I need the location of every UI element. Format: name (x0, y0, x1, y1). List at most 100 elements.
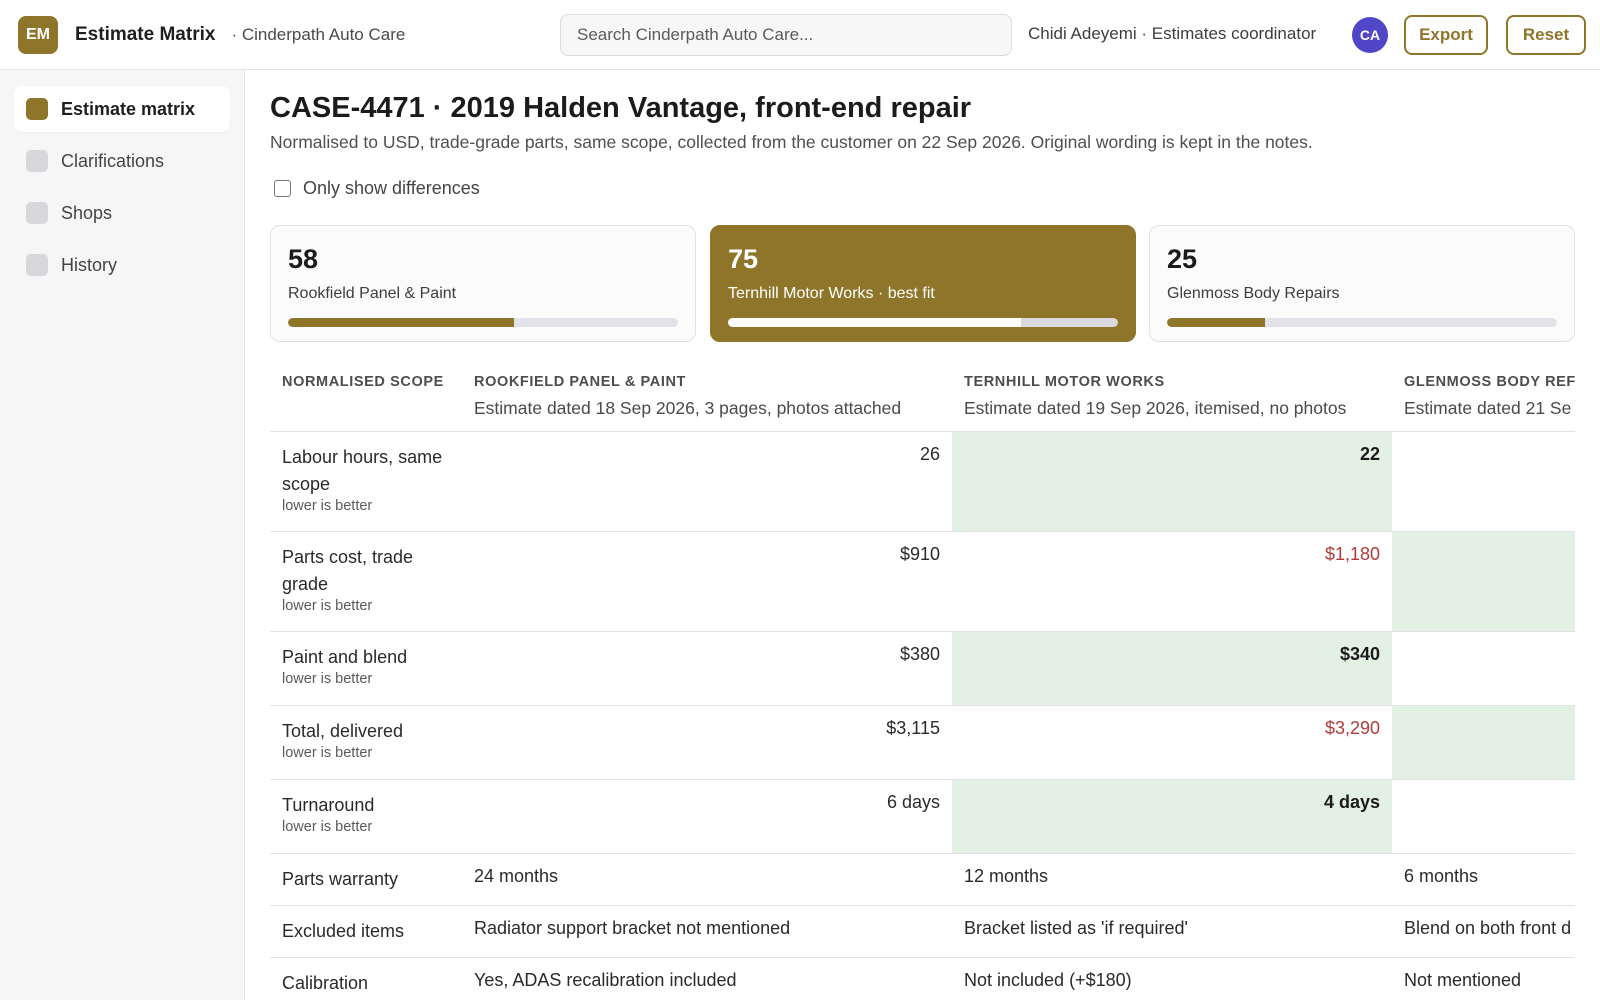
table-cell: Yes, ADAS recalibration included (462, 957, 952, 1000)
export-button[interactable]: Export (1404, 15, 1488, 55)
search-input[interactable]: Search Cinderpath Auto Care... (560, 14, 1012, 56)
nav-square-icon (26, 98, 48, 120)
table-cell: Blend on both front d (1392, 905, 1575, 958)
scope-column-header: NORMALISED SCOPE (270, 360, 462, 432)
row-label: Calibration (282, 973, 369, 993)
sidebar-item-clarifications[interactable]: Clarifications (14, 138, 230, 184)
shop-column-header: GLENMOSS BODY REF Estimate dated 21 Se (1392, 360, 1575, 432)
shop-estimate-note: Estimate dated 19 Sep 2026, itemised, no… (964, 398, 1347, 418)
row-label: Parts cost, trade grade (282, 547, 414, 594)
shop-name: ROOKFIELD PANEL & PAINT (474, 374, 686, 390)
row-label: Labour hours, same scope (282, 447, 443, 494)
score-label: Rookfield Panel & Paint (288, 285, 457, 302)
table-row: Total, delivered lower is better $3,115 $3,… (270, 705, 1575, 780)
row-label: Turnaround (282, 795, 375, 815)
row-hint: lower is better (282, 498, 373, 514)
table-cell: Not included (+$180) (952, 957, 1392, 1000)
row-header-cell: Labour hours, same scope lower is better (270, 431, 462, 532)
reset-button[interactable]: Reset (1506, 15, 1586, 55)
user-label: Chidi Adeyemi · Estimates coordinator (1028, 24, 1317, 43)
cell-value: Yes, ADAS recalibration included (474, 970, 737, 990)
table-cell: 4 days (952, 779, 1392, 854)
table-cell: 22 (952, 431, 1392, 532)
table-cell (1392, 705, 1575, 780)
table-cell: Not mentioned (1392, 957, 1575, 1000)
cell-value: $3,290 (1324, 718, 1380, 738)
shop-name: TERNHILL MOTOR WORKS (964, 374, 1165, 390)
table-cell: $3,115 (462, 705, 952, 780)
table-body: Labour hours, same scope lower is better 2… (270, 431, 1575, 1000)
cell-value: Not mentioned (1404, 970, 1522, 990)
cell-value: $340 (1339, 644, 1380, 664)
score-card-ternhill[interactable]: 75 Ternhill Motor Works · best fit (710, 225, 1136, 342)
main-content: CASE-4471 · 2019 Halden Vantage, front-e… (270, 70, 1575, 1000)
table-row: Parts warranty 24 months 12 months 6 months (270, 853, 1575, 906)
row-hint: lower is better (282, 598, 373, 614)
cell-value: 6 months (1404, 866, 1479, 886)
shop-estimate-note: Estimate dated 21 Se (1404, 398, 1572, 418)
page-title: CASE-4471 · 2019 Halden Vantage, front-e… (270, 92, 972, 124)
table-cell (1392, 531, 1575, 632)
nav-square-icon (26, 202, 48, 224)
table-cell: $910 (462, 531, 952, 632)
row-label: Total, delivered (282, 721, 404, 741)
score-bar (1167, 318, 1557, 327)
cell-value: 6 days (886, 792, 940, 812)
score-value: 25 (1167, 244, 1198, 274)
sidebar-item-label: Shops (61, 202, 113, 223)
score-label: Glenmoss Body Repairs (1167, 285, 1340, 302)
app-title: Estimate Matrix (75, 23, 216, 45)
cell-value: $380 (899, 644, 940, 664)
table-row: Parts cost, trade grade lower is better $9… (270, 531, 1575, 632)
row-header-cell: Calibration (270, 957, 462, 1000)
differences-label: Only show differences (303, 178, 480, 198)
table-cell: 6 months (1392, 853, 1575, 906)
row-label: Paint and blend (282, 647, 408, 667)
shop-column-header: ROOKFIELD PANEL & PAINT Estimate dated 1… (462, 360, 952, 432)
avatar[interactable]: CA (1352, 17, 1388, 53)
shop-estimate-note: Estimate dated 18 Sep 2026, 3 pages, pho… (474, 398, 902, 418)
table-cell: Radiator support bracket not mentioned (462, 905, 952, 958)
table-cell: 26 (462, 431, 952, 532)
score-card-rookfield[interactable]: 58 Rookfield Panel & Paint (270, 225, 696, 342)
row-hint: lower is better (282, 819, 373, 835)
cell-value: $910 (899, 544, 940, 564)
table-row: Calibration Yes, ADAS recalibration inclu… (270, 957, 1575, 1000)
score-value: 58 (288, 244, 319, 274)
row-header-cell: Paint and blend lower is better (270, 631, 462, 706)
score-bar-fill (728, 318, 1021, 327)
cell-value: 12 months (964, 866, 1049, 886)
sidebar-item-estimate-matrix[interactable]: Estimate matrix (14, 86, 230, 132)
table-cell: $340 (952, 631, 1392, 706)
estimate-matrix-table-wrapper[interactable]: NORMALISED SCOPE ROOKFIELD PANEL & PAINT… (270, 360, 1575, 1000)
score-value: 75 (728, 244, 759, 274)
score-card-glenmoss[interactable]: 25 Glenmoss Body Repairs (1149, 225, 1575, 342)
only-differences-toggle[interactable]: Only show differences (274, 178, 480, 199)
table-cell (1392, 631, 1575, 706)
table-cell: $380 (462, 631, 952, 706)
sidebar: Estimate matrix Clarifications Shops His… (0, 70, 245, 1000)
estimate-matrix-table: NORMALISED SCOPE ROOKFIELD PANEL & PAINT… (270, 360, 1575, 1000)
nav-square-icon (26, 254, 48, 276)
score-bar-fill (1167, 318, 1265, 327)
sidebar-item-label: Estimate matrix (61, 98, 196, 119)
top-bar: EM Estimate Matrix · Cinderpath Auto Car… (0, 0, 1600, 70)
table-row: Labour hours, same scope lower is better 2… (270, 431, 1575, 532)
row-header-cell: Total, delivered lower is better (270, 705, 462, 780)
score-bar-fill (288, 318, 515, 327)
cell-value: 24 months (474, 866, 559, 886)
sidebar-item-history[interactable]: History (14, 242, 230, 288)
sidebar-item-shops[interactable]: Shops (14, 190, 230, 236)
score-bar (288, 318, 678, 327)
org-name: · Cinderpath Auto Care (231, 24, 406, 44)
table-cell (1392, 779, 1575, 854)
cell-value: $1,180 (1324, 544, 1380, 564)
differences-checkbox[interactable] (274, 180, 291, 197)
cell-value: 22 (1359, 444, 1380, 464)
table-header-row: NORMALISED SCOPE ROOKFIELD PANEL & PAINT… (270, 360, 1575, 432)
table-cell (1392, 431, 1575, 532)
cell-value: 26 (919, 444, 940, 464)
table-cell: 24 months (462, 853, 952, 906)
table-row: Turnaround lower is better 6 days 4 days (270, 779, 1575, 854)
cell-value: Blend on both front d (1404, 918, 1572, 938)
